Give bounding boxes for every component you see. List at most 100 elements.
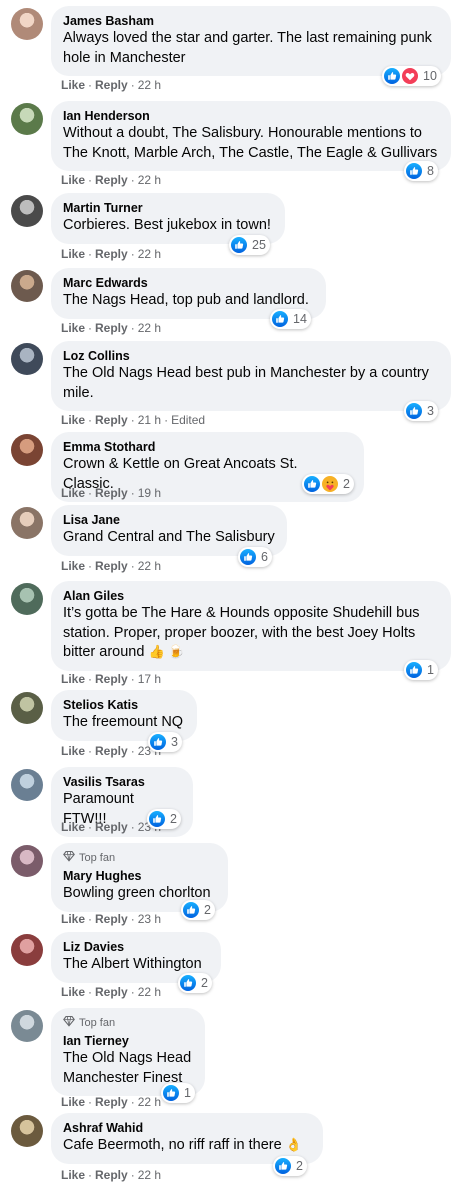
avatar[interactable] (11, 507, 43, 539)
comment-author[interactable]: Emma Stothard (63, 439, 352, 455)
comment-author[interactable]: Vasilis Tsaras (63, 774, 181, 790)
comment-timestamp[interactable]: 22 h (138, 985, 161, 999)
separator: · (130, 672, 135, 686)
reaction-summary[interactable]: 2 (302, 474, 354, 494)
reply-button[interactable]: Reply (95, 321, 128, 335)
comment-author[interactable]: James Basham (63, 13, 439, 29)
like-button[interactable]: Like (61, 247, 85, 261)
like-button[interactable]: Like (61, 912, 85, 926)
comment-timestamp[interactable]: 23 h (138, 912, 161, 926)
like-button[interactable]: Like (61, 672, 85, 686)
avatar[interactable] (11, 692, 43, 724)
separator: · (130, 1095, 135, 1109)
comment-timestamp[interactable]: 19 h (138, 486, 161, 500)
comment-author[interactable]: Loz Collins (63, 348, 439, 364)
avatar[interactable] (11, 270, 43, 302)
comment-author[interactable]: Liz Davies (63, 939, 209, 955)
comment-timestamp[interactable]: 21 h (138, 413, 161, 427)
comment-timestamp[interactable]: 22 h (138, 247, 161, 261)
separator: · (130, 78, 135, 92)
reply-button[interactable]: Reply (95, 78, 128, 92)
comment-author[interactable]: Stelios Katis (63, 697, 185, 713)
separator: · (130, 173, 135, 187)
comment-author[interactable]: Mary Hughes (63, 868, 216, 884)
comment-timestamp[interactable]: 22 h (138, 1095, 161, 1109)
reaction-summary[interactable]: 1 (161, 1083, 195, 1103)
reply-button[interactable]: Reply (95, 1095, 128, 1109)
comment-author[interactable]: Ian Tierney (63, 1033, 193, 1049)
comment-actions: Like · Reply · 23 h (61, 911, 161, 927)
avatar[interactable] (11, 1010, 43, 1042)
comment-text: It’s gotta be The Hare & Hounds opposite… (63, 604, 439, 663)
avatar[interactable] (11, 1115, 43, 1147)
reaction-count: 25 (252, 238, 266, 252)
like-button[interactable]: Like (61, 1168, 85, 1182)
like-button[interactable]: Like (61, 1095, 85, 1109)
avatar[interactable] (11, 343, 43, 375)
comment-author[interactable]: Ashraf Wahid (63, 1120, 311, 1136)
comment-body: Without a doubt, The Salisbury. Honourab… (63, 125, 438, 161)
avatar[interactable] (11, 195, 43, 227)
reaction-summary[interactable]: 6 (238, 547, 272, 567)
avatar[interactable] (11, 845, 43, 877)
comment-timestamp[interactable]: 22 h (138, 1168, 161, 1182)
reply-button[interactable]: Reply (95, 912, 128, 926)
reply-button[interactable]: Reply (95, 744, 128, 758)
comment-timestamp[interactable]: 17 h (138, 672, 161, 686)
comment-timestamp[interactable]: 22 h (138, 78, 161, 92)
like-button[interactable]: Like (61, 820, 85, 834)
reaction-summary[interactable]: 1 (404, 660, 438, 680)
avatar[interactable] (11, 769, 43, 801)
like-button[interactable]: Like (61, 744, 85, 758)
comment-timestamp[interactable]: 22 h (138, 559, 161, 573)
comment-bubble: Loz Collins The Old Nags Head best pub in… (51, 341, 451, 411)
like-icon (231, 237, 247, 253)
reply-button[interactable]: Reply (95, 1168, 128, 1182)
reply-button[interactable]: Reply (95, 672, 128, 686)
comment-author[interactable]: Marc Edwards (63, 275, 314, 291)
comment-author[interactable]: Alan Giles (63, 588, 439, 604)
like-button[interactable]: Like (61, 78, 85, 92)
like-button[interactable]: Like (61, 486, 85, 500)
comment-author[interactable]: Martin Turner (63, 200, 273, 216)
reaction-summary[interactable]: 2 (147, 809, 181, 829)
reply-button[interactable]: Reply (95, 247, 128, 261)
comment-author[interactable]: Ian Henderson (63, 108, 439, 124)
reaction-summary[interactable]: 2 (181, 900, 215, 920)
reaction-summary[interactable]: 25 (229, 235, 270, 255)
reaction-summary[interactable]: 8 (404, 161, 438, 181)
reply-button[interactable]: Reply (95, 413, 128, 427)
reaction-summary[interactable]: 2 (178, 973, 212, 993)
avatar[interactable] (11, 934, 43, 966)
avatar[interactable] (11, 583, 43, 615)
like-button[interactable]: Like (61, 559, 85, 573)
reply-button[interactable]: Reply (95, 486, 128, 500)
comment-timestamp[interactable]: 22 h (138, 321, 161, 335)
like-button[interactable]: Like (61, 321, 85, 335)
reaction-count: 3 (427, 404, 434, 418)
avatar[interactable] (11, 103, 43, 135)
reaction-summary[interactable]: 14 (270, 309, 311, 329)
comment-actions: Like · Reply · 22 h (61, 1094, 161, 1110)
like-icon (406, 403, 422, 419)
reply-button[interactable]: Reply (95, 173, 128, 187)
comment-author[interactable]: Lisa Jane (63, 512, 275, 528)
like-button[interactable]: Like (61, 985, 85, 999)
like-button[interactable]: Like (61, 413, 85, 427)
avatar[interactable] (11, 8, 43, 40)
reply-button[interactable]: Reply (95, 559, 128, 573)
edited-label[interactable]: Edited (171, 413, 205, 427)
like-icon (240, 549, 256, 565)
reply-button[interactable]: Reply (95, 820, 128, 834)
reaction-summary[interactable]: 3 (148, 732, 182, 752)
comment-timestamp[interactable]: 22 h (138, 173, 161, 187)
comment-emoji: 👌 (285, 1137, 302, 1152)
avatar[interactable] (11, 434, 43, 466)
diamond-icon (63, 850, 75, 865)
reaction-summary[interactable]: 10 (382, 66, 441, 86)
reaction-summary[interactable]: 2 (273, 1156, 307, 1176)
like-icon (149, 811, 165, 827)
like-button[interactable]: Like (61, 173, 85, 187)
reaction-summary[interactable]: 3 (404, 401, 438, 421)
reply-button[interactable]: Reply (95, 985, 128, 999)
